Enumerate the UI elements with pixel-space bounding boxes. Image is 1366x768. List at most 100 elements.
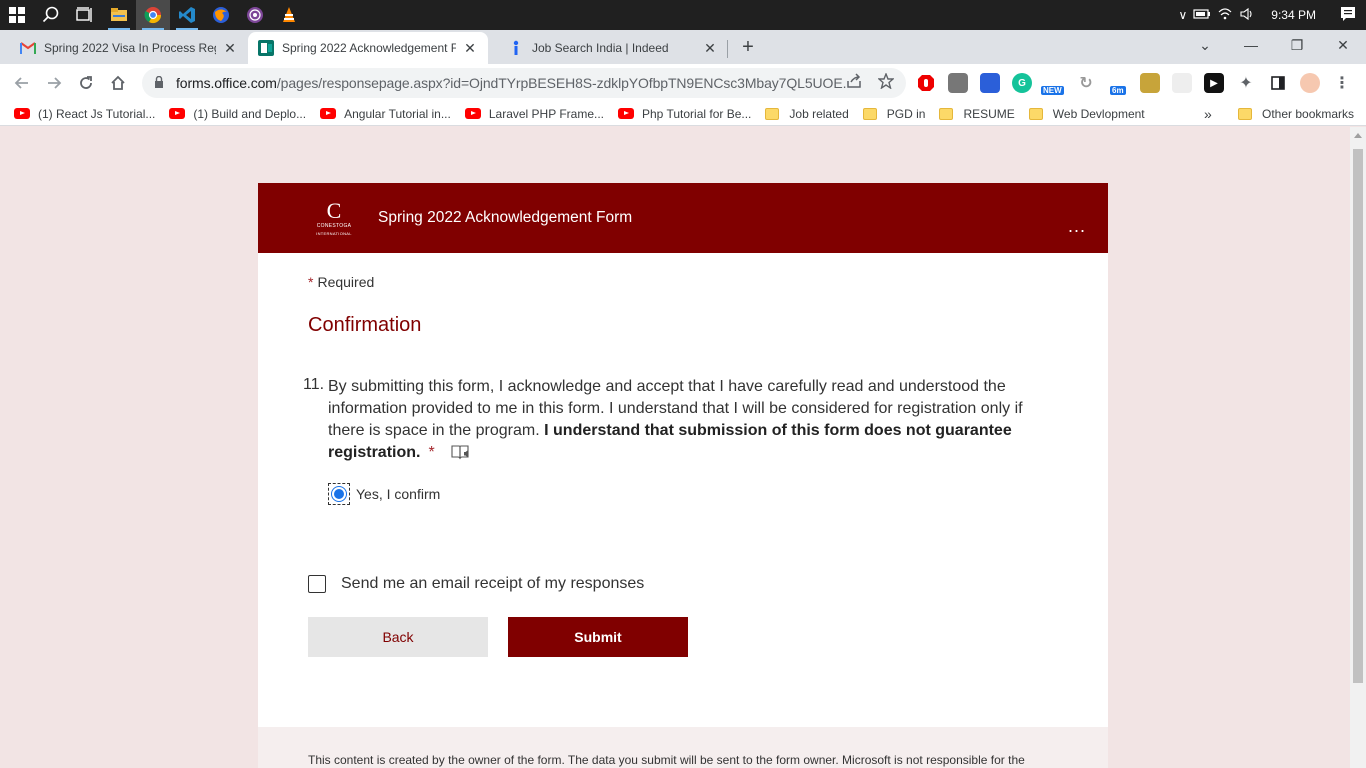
tab-forms[interactable]: Spring 2022 Acknowledgement F ✕ (248, 32, 488, 64)
new-extension-icon[interactable]: NEW (1041, 73, 1064, 95)
close-window-button[interactable]: ✕ (1320, 30, 1366, 60)
tab-title: Spring 2022 Visa In Process Regis (44, 41, 216, 55)
folder-icon (765, 107, 780, 120)
bookmark-folder[interactable]: PGD in (862, 107, 925, 121)
page-content: C CONESTOGA INTERNATIONAL Spring 2022 Ac… (0, 127, 1350, 768)
address-bar[interactable]: forms.office.com/pages/responsepage.aspx… (142, 68, 906, 98)
home-icon[interactable] (102, 67, 134, 99)
save-extension-icon[interactable] (980, 73, 1000, 93)
volume-icon[interactable] (1239, 7, 1255, 24)
bookmarks-overflow-button[interactable]: » (1204, 106, 1212, 122)
forms-icon (258, 40, 274, 56)
tab-indeed[interactable]: Job Search India | Indeed ✕ (488, 32, 728, 64)
vscode-icon[interactable] (170, 0, 204, 30)
url-path: /pages/responsepage.aspx?id=OjndTYrpBESE… (276, 75, 846, 91)
required-label: Required (317, 274, 375, 290)
bookmark-item[interactable]: Php Tutorial for Be... (618, 107, 751, 121)
immersive-reader-icon[interactable] (451, 444, 471, 467)
youtube-icon (464, 108, 481, 119)
forward-icon[interactable] (38, 67, 70, 99)
screenshot-extension-icon[interactable] (948, 73, 968, 93)
tab-title: Spring 2022 Acknowledgement F (282, 41, 456, 55)
close-tab-icon[interactable]: ✕ (222, 40, 238, 57)
new-tab-button[interactable]: + (736, 36, 760, 60)
email-receipt-label: Send me an email receipt of my responses (341, 575, 645, 592)
firefox-icon[interactable] (204, 0, 238, 30)
gmail-icon (20, 40, 36, 56)
notifications-icon[interactable] (1340, 6, 1356, 25)
bookmark-folder[interactable]: RESUME (939, 106, 1015, 121)
grid-extension-icon[interactable] (1172, 73, 1192, 93)
bookmark-label: Job related (789, 106, 849, 121)
bookmark-label: RESUME (963, 106, 1015, 121)
windows-start-icon[interactable] (0, 0, 34, 30)
close-tab-icon[interactable]: ✕ (702, 40, 718, 57)
play-extension-icon[interactable]: ▶ (1204, 73, 1224, 93)
submit-button[interactable]: Submit (508, 617, 688, 657)
profile-avatar[interactable] (1300, 73, 1320, 93)
bookmark-folder[interactable]: Job related (765, 106, 849, 121)
email-receipt-option[interactable]: Send me an email receipt of my responses (308, 575, 644, 593)
more-options-icon[interactable]: ... (1068, 217, 1086, 235)
vlc-icon[interactable] (272, 0, 306, 30)
plant-extension-icon[interactable] (1140, 73, 1160, 93)
logo-sub: INTERNATIONAL (316, 230, 352, 236)
youtube-icon (618, 108, 634, 119)
footer-disclaimer: This content is created by the owner of … (308, 753, 1025, 767)
bookmark-label: (1) React Js Tutorial... (38, 106, 156, 121)
bookmark-item[interactable]: Angular Tutorial in... (320, 107, 451, 121)
chevron-up-icon[interactable]: ∨ (1179, 8, 1188, 22)
close-tab-icon[interactable]: ✕ (462, 40, 478, 57)
clock[interactable]: 9:34 PM (1271, 8, 1316, 22)
bookmarks-bar: (1) React Js Tutorial... (1) Build and D… (0, 102, 1366, 126)
system-tray: ∨ 9:34 PM (1179, 0, 1366, 30)
folder-icon (1238, 107, 1252, 120)
radio-button[interactable] (328, 483, 350, 505)
chrome-icon[interactable] (136, 0, 170, 30)
sidebar-icon[interactable] (1268, 73, 1288, 93)
bookmark-item[interactable]: (1) Build and Deplo... (169, 107, 306, 121)
tab-gmail[interactable]: Spring 2022 Visa In Process Regis ✕ (0, 32, 248, 64)
minimize-button[interactable]: — (1228, 30, 1274, 60)
wifi-icon[interactable] (1217, 7, 1233, 24)
bookmark-item[interactable]: (1) React Js Tutorial... (14, 107, 155, 121)
other-bookmarks-folder[interactable]: Other bookmarks (1238, 107, 1354, 121)
new-badge: NEW (1041, 86, 1064, 95)
indeed-icon (508, 40, 524, 56)
grammarly-icon[interactable]: G (1012, 73, 1032, 93)
bookmark-label: Web Devlopment (1052, 106, 1145, 121)
url-text: forms.office.com/pages/responsepage.aspx… (176, 75, 846, 91)
scroll-thumb[interactable] (1353, 149, 1363, 683)
email-receipt-checkbox[interactable] (308, 575, 326, 593)
adblock-icon[interactable] (916, 73, 936, 93)
radio-option-yes-confirm[interactable]: Yes, I confirm (328, 483, 440, 505)
tor-browser-icon[interactable] (238, 0, 272, 30)
conestoga-logo: C CONESTOGA INTERNATIONAL (308, 196, 360, 240)
history-extension-icon[interactable]: ↻ (1076, 73, 1096, 93)
bookmark-folder[interactable]: Web Devlopment (1028, 106, 1145, 121)
reload-icon[interactable] (70, 67, 102, 99)
search-icon[interactable] (34, 0, 68, 30)
folder-icon (1028, 107, 1043, 120)
browser-tab-strip: Spring 2022 Visa In Process Regis ✕ Spri… (0, 30, 1366, 64)
file-explorer-icon[interactable] (102, 0, 136, 30)
puzzle-icon[interactable]: ✦ (1236, 73, 1256, 93)
task-view-icon[interactable] (68, 0, 102, 30)
back-button[interactable]: Back (308, 617, 488, 657)
lock-icon[interactable] (154, 75, 164, 91)
page-scrollbar[interactable] (1350, 127, 1366, 768)
bookmark-star-icon[interactable] (877, 72, 895, 93)
section-title: Confirmation (308, 314, 422, 336)
battery-icon[interactable] (1193, 8, 1211, 23)
scroll-up-arrow[interactable] (1354, 133, 1362, 138)
radio-outer (331, 486, 347, 502)
share-icon[interactable] (846, 73, 862, 93)
back-icon[interactable] (6, 67, 38, 99)
more-menu-icon[interactable]: ⋮ (1332, 73, 1352, 93)
timer-extension-icon[interactable]: 6m (1108, 73, 1128, 95)
required-star: * (428, 444, 435, 461)
form-header: C CONESTOGA INTERNATIONAL Spring 2022 Ac… (258, 183, 1108, 253)
bookmark-item[interactable]: Laravel PHP Frame... (464, 107, 604, 121)
restore-button[interactable]: ❐ (1274, 30, 1320, 60)
tab-search-icon[interactable]: ⌄ (1182, 30, 1228, 60)
